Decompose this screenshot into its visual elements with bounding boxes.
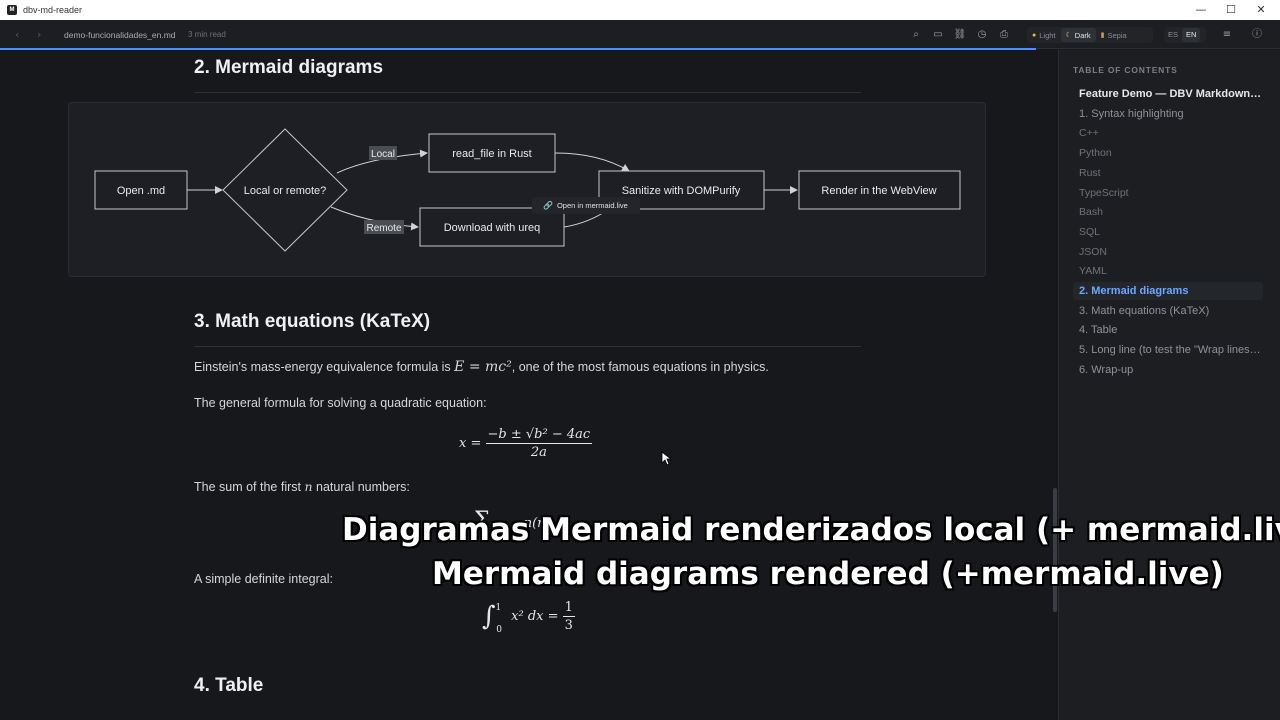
quadratic-paragraph: The general formula for solving a quadra… [194, 396, 487, 410]
mermaid-diagram[interactable]: Open .md Local or remote? read_file in R… [68, 102, 986, 277]
toc-item[interactable]: Feature Demo — DBV Markdown Reader [1073, 85, 1263, 103]
file-name: demo-funcionalidades_en.md [64, 30, 176, 40]
section-heading-table: 4. Table [194, 675, 264, 696]
theme-sepia-button[interactable]: ▮ Sepia [1096, 28, 1132, 42]
sum-paragraph: The sum of the first n natural numbers: [194, 479, 410, 494]
subtitle-line-2: Mermaid diagrams rendered (+mermaid.live… [432, 556, 1224, 592]
theme-light-button[interactable]: ● Light [1027, 28, 1061, 42]
node-read-label: read_file in Rust [452, 148, 532, 160]
search-icon[interactable]: ⌕ [909, 28, 923, 42]
toc-item[interactable]: YAML [1073, 262, 1263, 280]
content-scrollbar[interactable] [1053, 488, 1057, 612]
document-view: 2. Mermaid diagrams Open .md Local or re… [0, 50, 1058, 720]
divider [194, 92, 861, 93]
history-icon[interactable]: ◷ [975, 28, 989, 42]
theme-dark-button[interactable]: ☾ Dark [1060, 28, 1096, 42]
moon-icon: ☾ [1065, 32, 1072, 39]
edge-read-sanitize [554, 152, 630, 172]
toc-item[interactable]: 2. Mermaid diagrams [1073, 282, 1263, 300]
window-titlebar: M dbv-md-reader — ☐ ✕ [0, 0, 1280, 20]
app-icon: M [7, 5, 17, 15]
wrap-lines-icon[interactable]: ≡ [1220, 28, 1234, 42]
node-download-label: Download with ureq [444, 222, 541, 234]
toc-item[interactable]: Python [1073, 144, 1263, 162]
toc-item[interactable]: Rust [1073, 164, 1263, 182]
toc-item[interactable]: JSON [1073, 243, 1263, 261]
lang-en-button[interactable]: EN [1182, 28, 1201, 42]
language-switcher: ES EN [1164, 27, 1206, 43]
edge-label-local: Local [371, 149, 395, 160]
theme-switcher: ● Light ☾ Dark ▮ Sepia [1027, 27, 1153, 43]
print-icon[interactable]: ⎙ [997, 28, 1011, 42]
minimize-icon[interactable]: — [1186, 0, 1216, 20]
back-icon[interactable]: ‹ [15, 28, 19, 41]
node-open-label: Open .md [117, 185, 165, 197]
link-icon: 🔗 [543, 201, 553, 210]
subtitle-line-1: Diagramas Mermaid renderizados local (+ … [342, 512, 1280, 548]
toc-item[interactable]: 6. Wrap-up [1073, 361, 1263, 379]
integral-equation: ∫10 x² dx = 1 3 [482, 600, 575, 635]
toc-sidebar: TABLE OF CONTENTS Feature Demo — DBV Mar… [1058, 50, 1280, 720]
toc-item[interactable]: Bash [1073, 203, 1263, 221]
sun-icon: ● [1032, 31, 1037, 39]
lang-es-button[interactable]: ES [1164, 28, 1182, 42]
node-decision-label: Local or remote? [244, 185, 327, 197]
info-icon[interactable]: ⓘ [1250, 28, 1264, 42]
read-time: 3 min read [188, 30, 226, 39]
toc-item[interactable]: 3. Math equations (KaTeX) [1073, 302, 1263, 320]
forward-icon[interactable]: › [37, 28, 41, 41]
flowchart-svg: Open .md Local or remote? read_file in R… [94, 128, 961, 252]
node-render-label: Render in the WebView [821, 185, 936, 197]
maximize-icon[interactable]: ☐ [1216, 0, 1246, 20]
section-heading-math: 3. Math equations (KaTeX) [194, 311, 431, 332]
folder-icon[interactable]: ▭ [931, 28, 945, 42]
edge-label-remote: Remote [366, 223, 401, 234]
toc-item[interactable]: 1. Syntax highlighting [1073, 105, 1263, 123]
toc-item[interactable]: C++ [1073, 124, 1263, 142]
toc-item[interactable]: 4. Table [1073, 321, 1263, 339]
divider [194, 346, 861, 347]
quadratic-equation: x = −b ± √b² − 4ac 2a [459, 427, 593, 460]
link-icon[interactable]: ⛓ [953, 28, 967, 42]
einstein-paragraph: Einstein's mass-energy equivalence formu… [194, 359, 769, 375]
mouse-cursor-icon [661, 451, 671, 466]
window-title: dbv-md-reader [23, 5, 83, 15]
toc-item[interactable]: TypeScript [1073, 184, 1263, 202]
book-icon: ▮ [1100, 32, 1105, 39]
close-icon[interactable]: ✕ [1246, 0, 1276, 20]
node-sanitize-label: Sanitize with DOMPurify [622, 185, 741, 197]
toc-item[interactable]: SQL [1073, 223, 1263, 241]
section-heading-mermaid: 2. Mermaid diagrams [194, 57, 384, 78]
toc-item[interactable]: 5. Long line (to test the "Wrap lines" o… [1073, 341, 1263, 359]
toc-title: TABLE OF CONTENTS [1073, 65, 1178, 75]
open-in-mermaid-live-link[interactable]: 🔗 Open in mermaid.live [532, 197, 640, 214]
einstein-equation: E = mc² [454, 359, 512, 375]
